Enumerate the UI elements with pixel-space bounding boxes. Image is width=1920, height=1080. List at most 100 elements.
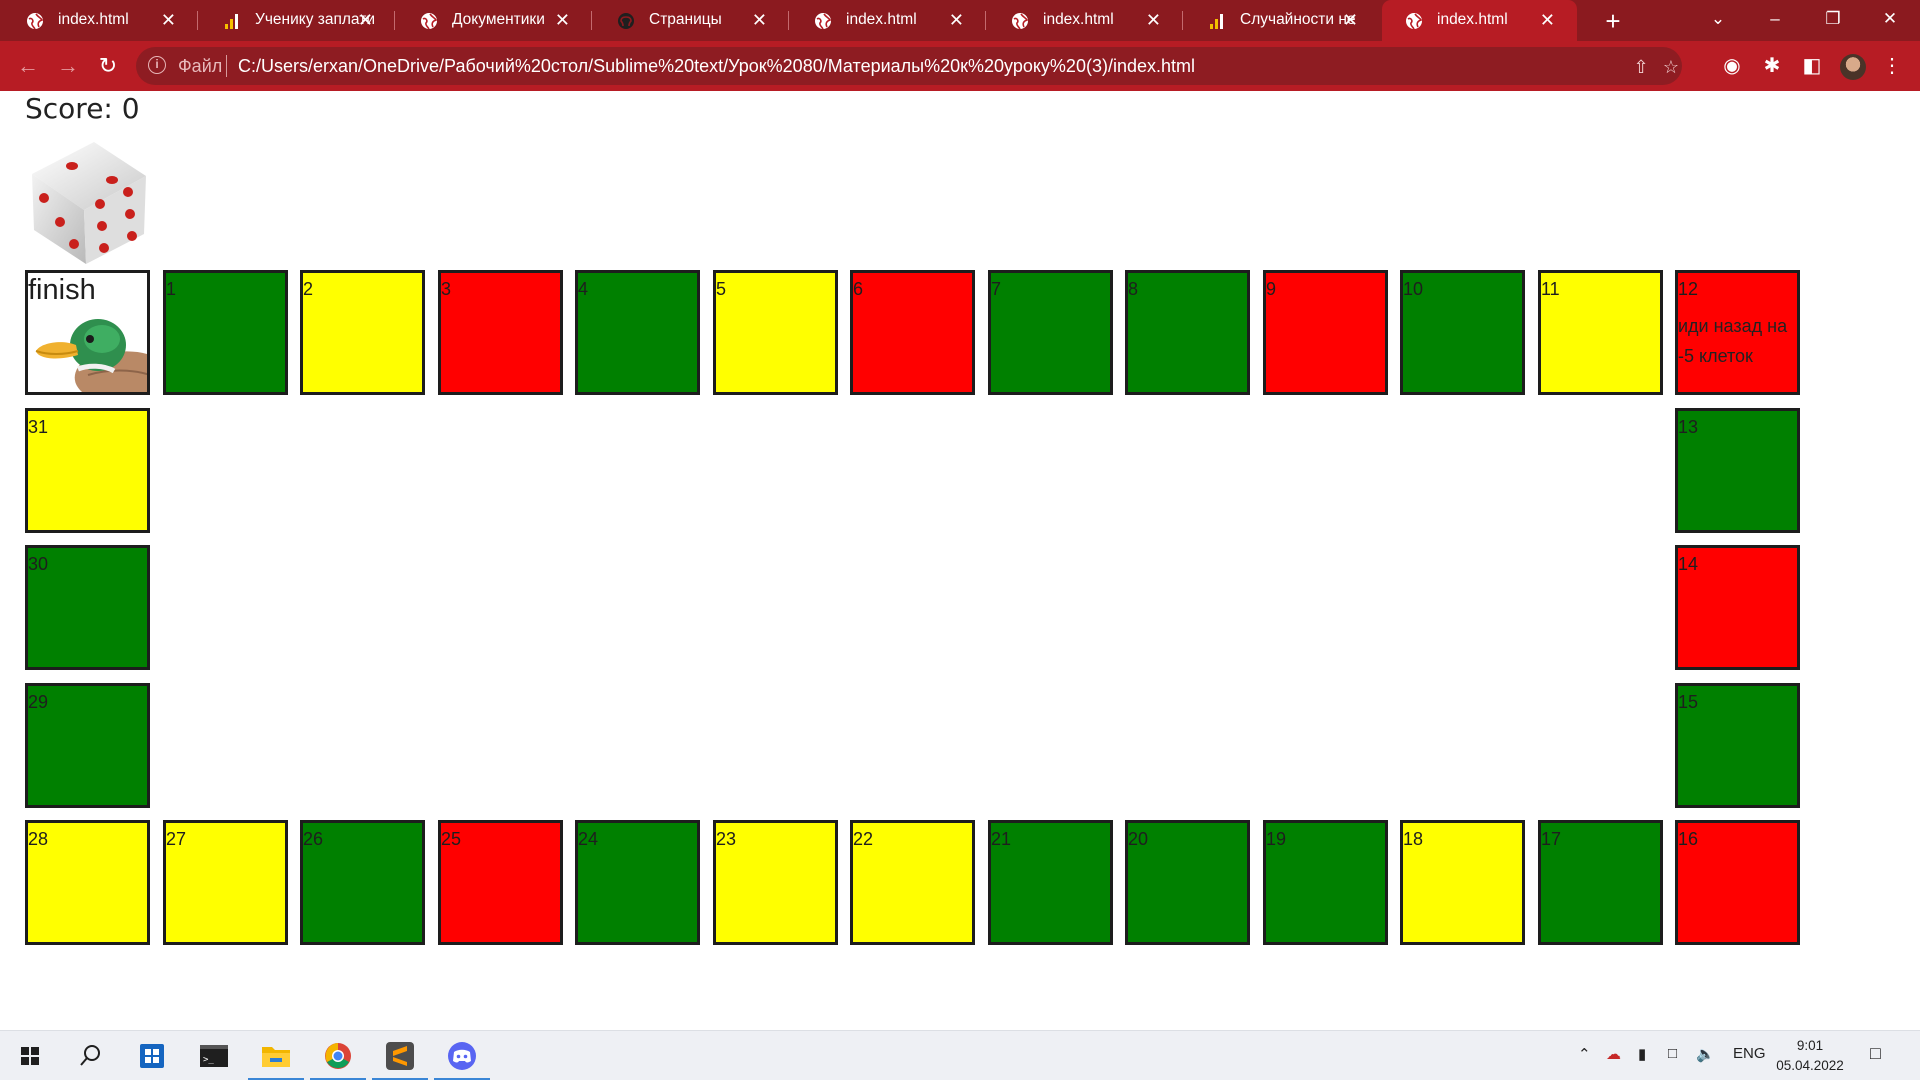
- volume-icon[interactable]: 🔈: [1696, 1045, 1715, 1063]
- board-cell-12: 12 иди назад на -5 клеток: [1675, 270, 1800, 395]
- cell-number: 3: [441, 279, 452, 299]
- browser-tab[interactable]: index.html ✕: [1382, 0, 1577, 41]
- forward-button[interactable]: →: [52, 50, 84, 82]
- tab-close-icon[interactable]: ✕: [1343, 10, 1358, 30]
- cell-number: 23: [716, 829, 737, 849]
- reload-button[interactable]: ↻: [92, 50, 124, 82]
- profile-avatar[interactable]: [1840, 54, 1866, 80]
- cell-number: 8: [1128, 279, 1139, 299]
- globe-icon: [26, 12, 44, 30]
- clock[interactable]: 9:01 05.04.2022: [1774, 1036, 1846, 1076]
- cell-number: 11: [1541, 279, 1560, 299]
- board-cell-26: 26: [300, 820, 425, 945]
- tab-close-icon[interactable]: ✕: [949, 10, 964, 30]
- board-cell-17: 17: [1538, 820, 1663, 945]
- close-window-button[interactable]: ✕: [1866, 0, 1914, 41]
- cell-number: 15: [1678, 692, 1699, 712]
- tray-chevron-up-icon[interactable]: ⌃: [1578, 1045, 1591, 1063]
- board-cell-4: 4: [575, 270, 700, 395]
- board-cell-1: 1: [163, 270, 288, 395]
- cell-number: 16: [1678, 829, 1699, 849]
- board-cell-5: 5: [713, 270, 838, 395]
- camera-icon[interactable]: ◉: [1720, 54, 1744, 78]
- extensions-puzzle-icon[interactable]: ✱: [1760, 54, 1784, 78]
- terminal-icon[interactable]: >_: [184, 1031, 244, 1080]
- tab-close-icon[interactable]: ✕: [358, 10, 373, 30]
- notifications-icon[interactable]: □: [1870, 1043, 1881, 1064]
- clock-date: 05.04.2022: [1776, 1058, 1844, 1073]
- board-cell-29: 29: [25, 683, 150, 808]
- address-scheme: Файл: [178, 56, 223, 76]
- browser-tab[interactable]: Документики ✕: [397, 0, 592, 41]
- onedrive-error-icon[interactable]: ☁: [1606, 1045, 1621, 1063]
- browser-tab[interactable]: Случайности не ✕: [1185, 0, 1380, 41]
- site-info-icon[interactable]: i: [148, 56, 166, 74]
- cell-number: 29: [28, 692, 49, 712]
- board-cell-16: 16: [1675, 820, 1800, 945]
- windows-taskbar: >_ ⌃ ☁ ▮ □ 🔈 ENG 9:01 05.04.2022 □: [0, 1030, 1920, 1080]
- minimize-button[interactable]: –: [1751, 0, 1799, 41]
- tab-separator: [394, 11, 395, 30]
- browser-tab[interactable]: Ученику заплати ✕: [200, 0, 395, 41]
- address-url[interactable]: C:/Users/erxan/OneDrive/Рабочий%20стол/S…: [238, 56, 1195, 77]
- side-panel-icon[interactable]: ◧: [1800, 54, 1824, 78]
- discord-icon[interactable]: [432, 1031, 492, 1080]
- board-cell-8: 8: [1125, 270, 1250, 395]
- file-explorer-icon[interactable]: [246, 1031, 306, 1080]
- network-icon[interactable]: □: [1668, 1045, 1677, 1062]
- clock-time: 9:01: [1796, 1038, 1824, 1053]
- windows-start-icon[interactable]: [0, 1031, 60, 1080]
- menu-kebab-icon[interactable]: ⋮: [1880, 54, 1904, 78]
- language-indicator[interactable]: ENG: [1733, 1045, 1766, 1062]
- board-cell-28: 28: [25, 820, 150, 945]
- cell-number: 21: [991, 829, 1012, 849]
- restore-button[interactable]: ❐: [1809, 0, 1857, 41]
- board-cell-15: 15: [1675, 683, 1800, 808]
- tab-close-icon[interactable]: ✕: [555, 10, 570, 30]
- search-icon[interactable]: [60, 1031, 120, 1080]
- finish-cell: finish: [25, 270, 150, 395]
- back-button[interactable]: ←: [12, 50, 44, 82]
- tab-close-icon[interactable]: ✕: [161, 10, 176, 30]
- sublime-text-icon[interactable]: [370, 1031, 430, 1080]
- new-tab-button[interactable]: +: [1598, 6, 1628, 36]
- battery-icon[interactable]: ▮: [1638, 1045, 1646, 1063]
- cell-number: 12: [1678, 279, 1699, 299]
- board-cell-24: 24: [575, 820, 700, 945]
- board-cell-20: 20: [1125, 820, 1250, 945]
- address-bar[interactable]: i Файл C:/Users/erxan/OneDrive/Рабочий%2…: [136, 47, 1682, 85]
- cell-number: 25: [441, 829, 462, 849]
- cell-number: 9: [1266, 279, 1277, 299]
- browser-tab[interactable]: Страницы ✕: [594, 0, 789, 41]
- board-cell-19: 19: [1263, 820, 1388, 945]
- tab-close-icon[interactable]: ✕: [752, 10, 767, 30]
- tab-close-icon[interactable]: ✕: [1540, 10, 1555, 30]
- board-cell-2: 2: [300, 270, 425, 395]
- board-cell-3: 3: [438, 270, 563, 395]
- bookmark-star-icon[interactable]: ☆: [1661, 57, 1681, 77]
- tab-search-chevron-icon[interactable]: ⌄: [1694, 0, 1742, 41]
- tab-close-icon[interactable]: ✕: [1146, 10, 1161, 30]
- board-cell-6: 6: [850, 270, 975, 395]
- board-cell-10: 10: [1400, 270, 1525, 395]
- browser-tab[interactable]: index.html ✕: [3, 0, 198, 41]
- score-text: Score: 0: [25, 92, 140, 125]
- cell-number: 17: [1541, 829, 1562, 849]
- board-cell-11: 11: [1538, 270, 1663, 395]
- board-cell-30: 30: [25, 545, 150, 670]
- cell-number: 2: [303, 279, 314, 299]
- tab-separator: [788, 11, 789, 30]
- cell-number: 19: [1266, 829, 1287, 849]
- board-cell-27: 27: [163, 820, 288, 945]
- board-cell-31: 31: [25, 408, 150, 533]
- board-cell-21: 21: [988, 820, 1113, 945]
- globe-icon: [814, 12, 832, 30]
- cell-number: 1: [166, 279, 177, 299]
- browser-tab[interactable]: index.html ✕: [791, 0, 986, 41]
- browser-tab[interactable]: index.html ✕: [988, 0, 1183, 41]
- dice-icon[interactable]: [24, 134, 152, 270]
- share-icon[interactable]: ⇧: [1631, 57, 1651, 77]
- bar-chart-icon: [223, 12, 241, 30]
- chrome-icon[interactable]: [308, 1031, 368, 1080]
- store-icon[interactable]: [122, 1031, 182, 1080]
